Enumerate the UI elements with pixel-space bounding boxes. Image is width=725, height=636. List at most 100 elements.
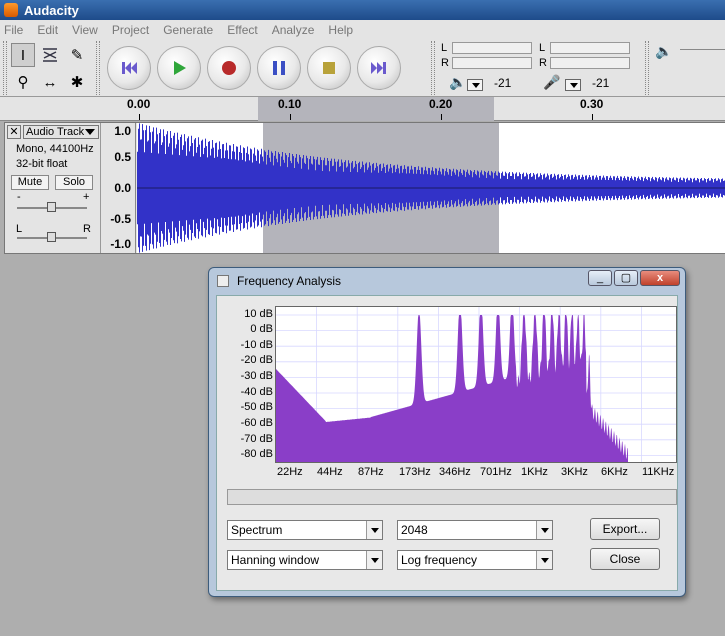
window-title: Audacity <box>24 2 79 18</box>
menu-edit[interactable]: Edit <box>37 23 58 37</box>
menu-generate[interactable]: Generate <box>163 23 213 37</box>
timeshift-tool-icon[interactable]: ↔ <box>38 70 62 94</box>
microphone-icon: 🎤 <box>543 74 561 90</box>
minimize-button[interactable]: _ <box>588 270 612 286</box>
menu-project[interactable]: Project <box>112 23 149 37</box>
record-icon <box>222 61 236 75</box>
close-window-button[interactable]: x <box>640 270 680 286</box>
waveform-area[interactable] <box>137 123 725 253</box>
close-button[interactable]: Close <box>590 548 660 570</box>
speaker-icon: 🔈 <box>449 74 467 90</box>
timeline-ruler[interactable]: 0.00 0.10 0.20 0.30 <box>0 97 725 121</box>
toolbar-grip[interactable] <box>3 41 7 95</box>
input-meter-menu[interactable] <box>565 79 581 91</box>
output-meter-right-bar <box>452 57 532 69</box>
frequency-tick: 346Hz <box>439 466 471 478</box>
menu-effect[interactable]: Effect <box>227 23 257 37</box>
track-close-button[interactable]: ✕ <box>7 125 21 139</box>
dialog-title: Frequency Analysis <box>237 274 342 288</box>
output-meter-menu[interactable] <box>467 79 483 91</box>
pan-slider[interactable] <box>17 232 87 242</box>
db-tick: -30 dB <box>240 370 273 382</box>
export-button[interactable]: Export... <box>590 518 660 540</box>
track-name-menu[interactable]: Audio Track <box>23 125 99 139</box>
skip-start-button[interactable] <box>107 46 151 90</box>
menu-file[interactable]: File <box>4 23 23 37</box>
db-tick: 10 dB <box>244 308 273 320</box>
track-control-panel: ✕ Audio Track Mono, 44100Hz 32-bit float… <box>5 123 101 253</box>
chevron-down-icon[interactable] <box>536 521 552 539</box>
toolbar-grip[interactable] <box>96 41 100 95</box>
frequency-tick: 6KHz <box>601 466 628 478</box>
frequency-tick: 11KHz <box>642 466 675 478</box>
axis-value: Log frequency <box>401 553 478 567</box>
ruler-tick-mark <box>441 114 442 120</box>
axis-select[interactable]: Log frequency <box>397 550 553 570</box>
ruler-tick: 0.00 <box>127 97 151 111</box>
record-button[interactable] <box>207 46 251 90</box>
algorithm-value: Spectrum <box>231 523 283 537</box>
menu-bar: File Edit View Project Generate Effect A… <box>0 20 725 39</box>
stop-icon <box>323 62 335 74</box>
mute-button[interactable]: Mute <box>11 175 49 190</box>
window-function-select[interactable]: Hanning window <box>227 550 383 570</box>
size-select[interactable]: 2048 <box>397 520 553 540</box>
db-axis: 10 dB 0 dB -10 dB -20 dB -30 dB -40 dB -… <box>227 306 275 463</box>
ruler-tick-mark <box>592 114 593 120</box>
gain-plus-label: + <box>83 191 90 203</box>
pause-icon <box>273 61 285 75</box>
output-meter-left-bar <box>452 42 532 54</box>
ruler-tick: 0.30 <box>580 97 604 111</box>
spectrum-graph <box>276 307 676 462</box>
toolbar-grip[interactable] <box>645 41 649 95</box>
output-meter-left-label: L <box>441 42 448 54</box>
toolbar-grip[interactable] <box>431 41 435 95</box>
toolbar: I ✎ ⚲ ↔ ✱ L R 🔈 -21 L R 🎤 -21 🔈 <box>0 39 725 97</box>
ruler-tick-mark <box>290 114 291 120</box>
amplitude-tick: 0.5 <box>114 150 131 164</box>
input-meter-right-label: R <box>539 57 547 69</box>
play-icon <box>174 61 186 75</box>
draw-tool-icon[interactable]: ✎ <box>65 43 89 67</box>
maximize-button[interactable]: ▢ <box>614 270 638 286</box>
frequency-tick: 173Hz <box>399 466 431 478</box>
db-tick: -40 dB <box>240 386 273 398</box>
solo-button[interactable]: Solo <box>55 175 93 190</box>
spectrum-plot[interactable] <box>275 306 677 463</box>
db-tick: -70 dB <box>240 433 273 445</box>
frequency-analysis-dialog: Frequency Analysis _ ▢ x 10 dB 0 dB -10 … <box>208 267 686 597</box>
volume-icon: 🔈 <box>655 43 673 59</box>
waveform <box>137 123 725 253</box>
pan-slider-thumb[interactable] <box>47 232 56 242</box>
ruler-tick: 0.20 <box>429 97 453 111</box>
db-tick: -10 dB <box>240 339 273 351</box>
db-tick: 0 dB <box>250 323 273 335</box>
gain-slider-thumb[interactable] <box>47 202 56 212</box>
chevron-down-icon[interactable] <box>536 551 552 569</box>
envelope-tool-icon[interactable] <box>38 43 62 67</box>
algorithm-select[interactable]: Spectrum <box>227 520 383 540</box>
multi-tool-icon[interactable]: ✱ <box>65 70 89 94</box>
input-meter-left-bar <box>550 42 630 54</box>
frequency-tick: 22Hz <box>277 466 303 478</box>
menu-analyze[interactable]: Analyze <box>272 23 315 37</box>
output-meter-right-label: R <box>441 57 449 69</box>
amplitude-tick: 1.0 <box>114 124 131 138</box>
gain-minus-label: - <box>17 191 21 203</box>
chevron-down-icon[interactable] <box>366 521 382 539</box>
menu-view[interactable]: View <box>72 23 98 37</box>
track-bit-depth: 32-bit float <box>16 158 68 170</box>
frequency-tick: 44Hz <box>317 466 343 478</box>
gain-slider[interactable] <box>17 202 87 212</box>
zoom-tool-icon[interactable]: ⚲ <box>11 70 35 94</box>
selection-tool-icon[interactable]: I <box>11 43 35 67</box>
pause-button[interactable] <box>257 46 301 90</box>
menu-help[interactable]: Help <box>328 23 353 37</box>
input-meter-left-label: L <box>539 42 546 54</box>
volume-slider[interactable] <box>680 49 725 55</box>
skip-end-button[interactable] <box>357 46 401 90</box>
pan-left-label: L <box>16 223 23 235</box>
play-button[interactable] <box>157 46 201 90</box>
stop-button[interactable] <box>307 46 351 90</box>
chevron-down-icon[interactable] <box>366 551 382 569</box>
